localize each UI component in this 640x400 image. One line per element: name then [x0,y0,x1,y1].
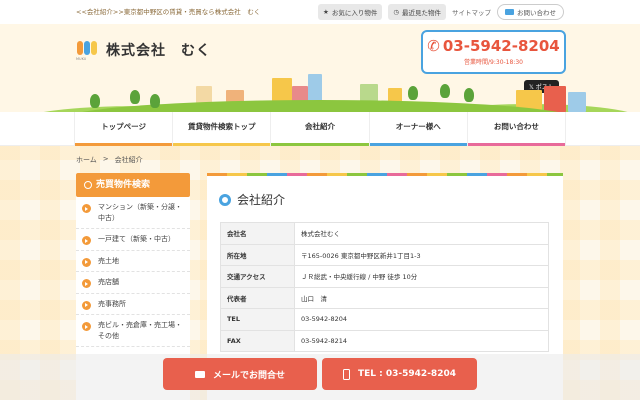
tel-contact-button[interactable]: TEL : 03-5942-8204 [322,358,477,390]
row-value: 株式会社むく [294,222,549,245]
company-info-table: 会社名 株式会社むく 所在地 〒165-0026 東京都中野区新井1丁目1-3 … [220,222,549,352]
row-key: 代表者 [220,286,295,309]
nav-item-owners[interactable]: オーナー様へ [368,112,467,146]
site-logo[interactable]: MUKU 株式会社 むく [76,38,211,62]
mail-contact-button[interactable]: メールでお問合せ [163,358,317,390]
row-key: 交通アクセス [220,265,295,288]
arrow-circle-icon [82,300,91,310]
sidebar-item-mansion[interactable]: マンション（新築・分譲・中古） [76,197,190,229]
page-title: 会社紹介 [219,191,563,208]
mobile-icon [343,368,350,380]
row-value: 03-5942-8204 [294,308,549,331]
phone-icon: ✆ [427,37,440,55]
sitemap-link[interactable]: サイトマップ [452,7,491,17]
favorites-link[interactable]: ★ お気に入り物件 [318,4,383,20]
rainbow-divider [207,173,563,176]
sidebar-item-label: マンション（新築・分譲・中古） [98,203,182,222]
clock-icon: ◷ [393,8,399,16]
row-key: 所在地 [220,243,295,266]
logo-subtext: MUKU [76,57,87,61]
tel-contact-label: TEL : 03-5942-8204 [358,369,456,379]
breadcrumb: ホーム > 会社紹介 [76,155,143,165]
sidebar-item-land[interactable]: 売土地 [76,251,190,272]
row-value: ＪＲ総武・中央緩行線 / 中野 徒歩 10分 [294,265,549,288]
table-row: 会社名 株式会社むく [220,222,549,245]
sidebar-item-office[interactable]: 売事務所 [76,294,190,315]
arrow-circle-icon [82,322,91,331]
star-icon: ★ [323,8,329,16]
global-nav: トップページ 賃貸物件検索トップ 会社紹介 オーナー様へ お問い合わせ [0,112,640,146]
mail-icon [505,9,514,15]
row-key: FAX [220,329,295,352]
arrow-circle-icon [82,204,91,213]
nav-label: トップページ [101,122,147,131]
contact-link[interactable]: お問い合わせ [497,4,564,20]
row-key: TEL [220,308,295,331]
sidebar-item-label: 売店舗 [98,278,119,286]
arrow-circle-icon [82,257,91,267]
site-tagline: <<会社紹介>>東京都中野区の賃貸・売買なら株式会社 むく [76,8,261,16]
sidebar-item-label: 売土地 [98,256,119,265]
nav-item-rental-search[interactable]: 賃貸物件検索トップ [172,112,271,146]
table-row: 交通アクセス ＪＲ総武・中央緩行線 / 中野 徒歩 10分 [220,265,549,288]
breadcrumb-separator: > [102,155,109,163]
sidebar-item-house[interactable]: 一戸建て（新築・中古） [76,229,190,251]
nav-item-company[interactable]: 会社紹介 [270,112,369,146]
nav-label: 賃貸物件検索トップ [188,122,256,131]
arrow-circle-icon [82,236,91,245]
mail-icon [194,370,205,378]
top-bar: <<会社紹介>>東京都中野区の賃貸・売買なら株式会社 むく ★ お気に入り物件 … [0,0,640,24]
table-row: 所在地 〒165-0026 東京都中野区新井1丁目1-3 [220,243,549,266]
company-name: 株式会社 むく [106,43,211,59]
row-value: 山口 清 [294,286,549,309]
arrow-circle-icon [82,279,91,288]
sidebar-title: 売買物件検索 [76,173,190,197]
nav-item-contact[interactable]: お問い合わせ [466,112,567,146]
top-links: ★ お気に入り物件 ◷ 最近見た物件 サイトマップ お問い合わせ [318,4,564,20]
recent-label: 最近見た物件 [402,9,441,17]
phone-box[interactable]: ✆ 03-5942-8204 営業時間/9:30-18:30 [421,30,566,74]
nav-label: オーナー様へ [395,122,441,131]
business-hours: 営業時間/9:30-18:30 [464,59,523,66]
ring-icon [219,193,231,206]
cta-bar [0,354,640,400]
phone-number: 03-5942-8204 [442,37,560,55]
breadcrumb-home[interactable]: ホーム [76,155,97,165]
mail-contact-label: メールでお問合せ [212,370,285,381]
favorites-label: お気に入り物件 [331,9,378,17]
table-row: 代表者 山口 清 [220,286,549,309]
search-icon [84,181,92,189]
logo-mark-icon: MUKU [76,38,100,62]
table-row: FAX 03-5942-8214 [220,329,549,352]
page-title-text: 会社紹介 [237,193,286,207]
breadcrumb-current: 会社紹介 [114,156,143,164]
sidebar-item-label: 売事務所 [98,299,126,308]
site-header: MUKU 株式会社 むく ✆ 03-5942-8204 営業時間/9:30-18… [0,24,640,114]
row-key: 会社名 [220,222,295,245]
sidebar-title-label: 売買物件検索 [96,180,151,190]
recent-link[interactable]: ◷ 最近見た物件 [388,4,446,20]
contact-label: お問い合わせ [517,9,556,17]
row-value: 03-5942-8214 [294,329,549,352]
nav-label: お問い合わせ [493,122,539,131]
sidebar-item-label: 一戸建て（新築・中古） [98,235,175,243]
sidebar-item-store[interactable]: 売店舗 [76,272,190,294]
sidebar-item-label: 売ビル・売倉庫・売工場・その他 [98,321,182,340]
nav-label: 会社紹介 [305,122,335,131]
row-value: 〒165-0026 東京都中野区新井1丁目1-3 [294,243,549,266]
sidebar-item-building[interactable]: 売ビル・売倉庫・売工場・その他 [76,315,190,347]
nav-item-top[interactable]: トップページ [74,112,173,146]
table-row: TEL 03-5942-8204 [220,308,549,331]
